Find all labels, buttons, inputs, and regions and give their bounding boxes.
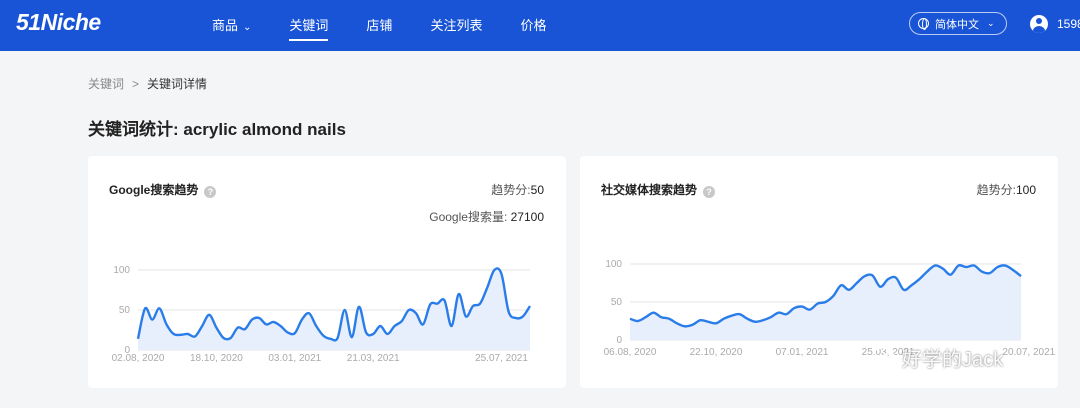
x-tick-label: 25.07, 2021 (475, 353, 528, 364)
main-nav: 商品 ⌄ 关键词 店铺 关注列表 价格 (212, 0, 584, 51)
breadcrumb: 关键词 > 关键词详情 (88, 75, 207, 92)
y-tick-label: 0 (616, 335, 622, 346)
nav-item-products[interactable]: 商品 ⌄ (212, 0, 251, 51)
x-tick-label: 03.01, 2021 (268, 353, 321, 364)
breadcrumb-parent[interactable]: 关键词 (88, 77, 124, 91)
y-tick-label: 50 (119, 305, 131, 316)
breadcrumb-current: 关键词详情 (147, 77, 208, 91)
language-selector[interactable]: 简体中文 ⌄ (909, 12, 1007, 35)
x-tick-label: 06.08, 2020 (604, 347, 657, 358)
google-trend-card: Google搜索趋势? 趋势分:50 Google搜索量: 27100 0 50 1… (88, 156, 566, 388)
globe-icon (918, 18, 929, 30)
page-title: 关键词统计: acrylic almond nails (88, 120, 346, 139)
user-avatar-icon[interactable] (1030, 15, 1048, 33)
nav-item-stores[interactable]: 店铺 (366, 0, 392, 51)
nav-item-watchlist[interactable]: 关注列表 (430, 0, 482, 51)
top-navigation-bar: 51Niche 商品 ⌄ 关键词 店铺 关注列表 价格 简体中文 ⌄ 1598 (0, 0, 1080, 51)
x-tick-label: 21.03, 2021 (347, 353, 400, 364)
nav-item-label: 价格 (520, 18, 547, 33)
nav-item-label: 店铺 (366, 18, 393, 33)
nav-item-keywords[interactable]: 关键词 (289, 0, 329, 51)
x-tick-label: 02.08, 2020 (112, 353, 165, 364)
x-tick-label: 18.10, 2020 (190, 353, 243, 364)
watermark-text: 好学的Jack (902, 349, 1004, 371)
x-tick-label: 22.10, 2020 (690, 347, 743, 358)
nav-item-label: 关键词 (289, 18, 329, 33)
x-tick-label: 07.01, 2021 (776, 347, 829, 358)
breadcrumb-separator: > (132, 77, 140, 91)
y-tick-label: 100 (113, 265, 130, 276)
username[interactable]: 1598 (1057, 17, 1080, 31)
nav-item-label: 关注列表 (430, 18, 483, 33)
x-tick-label: 20.07, 2021 (1002, 347, 1055, 358)
nav-item-price[interactable]: 价格 (520, 0, 546, 51)
watermark: 好学的Jack (872, 343, 1003, 372)
logo[interactable]: 51Niche (16, 9, 101, 36)
nav-item-label: 商品 (212, 18, 239, 33)
language-label: 简体中文 (935, 18, 979, 31)
y-tick-label: 50 (611, 297, 623, 308)
y-tick-label: 100 (605, 259, 622, 270)
chevron-down-icon: ⌄ (987, 18, 995, 28)
chevron-down-icon: ⌄ (243, 22, 252, 33)
google-trend-chart: 05010002.08, 2020 18.10, 2020 03.01, 2021 2… (112, 265, 532, 364)
